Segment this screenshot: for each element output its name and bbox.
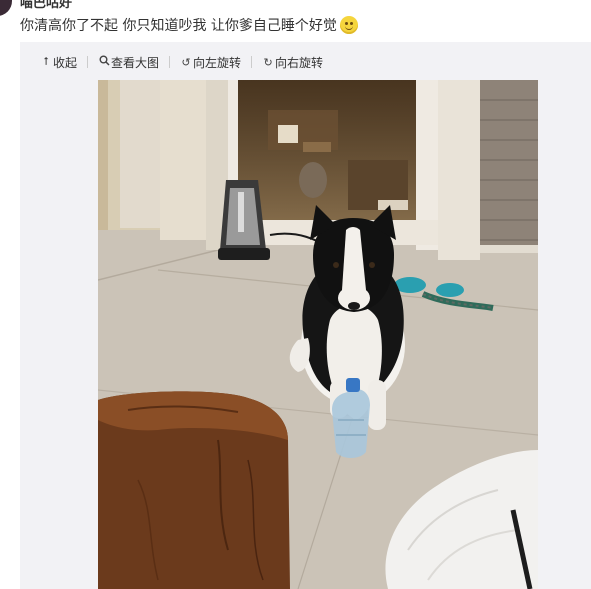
view-large-label: 查看大图 xyxy=(111,55,160,70)
post-text: 你清高你了不起 你只知道吵我 让你爹自己睡个好觉 xyxy=(20,18,337,34)
collapse-button[interactable]: ⭡ 收起 xyxy=(38,54,79,71)
weibo-post: 喵巴咕好 你清高你了不起 你只知道吵我 让你爹自己睡个好觉 ⭡ 收起 查看大图 … xyxy=(0,0,591,589)
post-photo[interactable] xyxy=(98,80,538,589)
image-viewer-panel: ⭡ 收起 查看大图 ↺ 向左旋转 ↻ 向右旋转 xyxy=(20,42,591,589)
avatar[interactable] xyxy=(0,0,12,16)
photo-dog-on-floor xyxy=(98,80,538,589)
image-toolbar: ⭡ 收起 查看大图 ↺ 向左旋转 ↻ 向右旋转 xyxy=(38,52,325,72)
toolbar-divider xyxy=(169,56,171,68)
rotate-right-label: 向右旋转 xyxy=(275,55,324,70)
search-icon xyxy=(98,55,110,69)
toolbar-divider xyxy=(251,56,253,68)
rotate-left-icon: ↺ xyxy=(181,55,191,69)
collapse-label: 收起 xyxy=(53,55,78,70)
rotate-left-button[interactable]: ↺ 向左旋转 xyxy=(178,54,243,71)
arrow-up-icon: ⭡ xyxy=(43,55,49,68)
rotate-right-button[interactable]: ↻ 向右旋转 xyxy=(260,54,325,71)
view-large-button[interactable]: 查看大图 xyxy=(96,54,161,71)
smile-emoji-icon xyxy=(339,16,358,34)
toolbar-divider xyxy=(87,56,89,68)
rotate-right-icon: ↻ xyxy=(263,55,273,69)
post-text-container: 你清高你了不起 你只知道吵我 让你爹自己睡个好觉 xyxy=(20,15,358,35)
username[interactable]: 喵巴咕好 xyxy=(20,0,72,11)
rotate-left-label: 向左旋转 xyxy=(193,55,242,70)
